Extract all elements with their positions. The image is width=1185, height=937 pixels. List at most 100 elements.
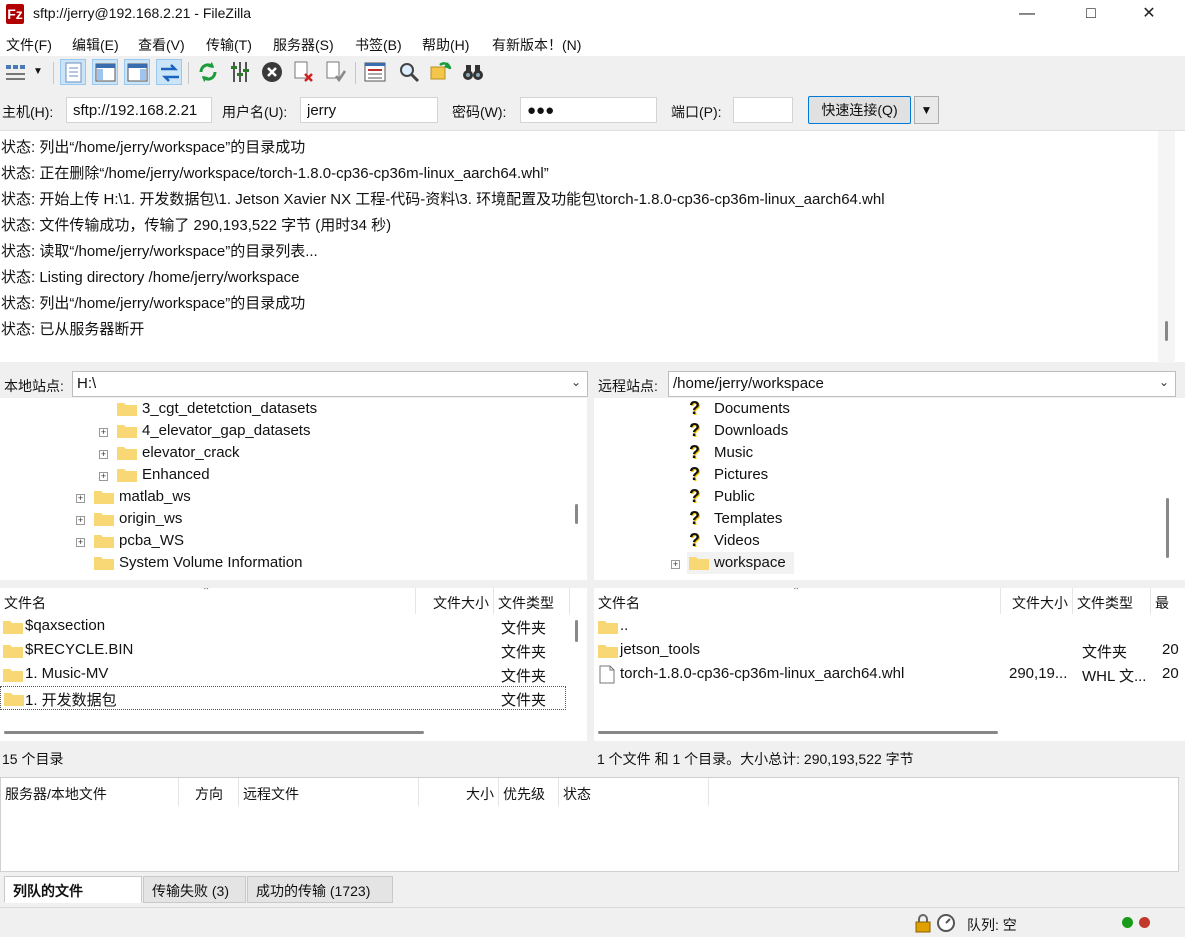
chevron-down-icon[interactable]: ⌄ [571,375,581,389]
tab-failed-transfers[interactable]: 传输失败 (3) [143,876,246,903]
username-input[interactable] [300,97,438,123]
toggle-local-tree-icon[interactable] [92,59,118,85]
maximize-icon[interactable]: □ [1068,0,1114,30]
scrollbar-thumb[interactable] [575,620,578,642]
column-header-server-local-file[interactable]: 服务器/本地文件 [1,778,179,806]
local-site-combo[interactable]: H:\ ⌄ [72,371,588,397]
chevron-down-icon[interactable]: ⌄ [1159,375,1169,389]
toggle-transfer-queue-icon[interactable] [156,59,182,85]
tab-queued-files[interactable]: 列队的文件 [4,876,142,903]
toggle-log-icon[interactable] [60,59,86,85]
host-input[interactable] [66,97,212,123]
disconnect-icon[interactable] [291,59,317,85]
tree-item[interactable]: ? Templates [594,508,1164,530]
expand-icon[interactable]: + [671,560,680,569]
scrollbar-thumb[interactable] [598,731,998,734]
column-header-modified[interactable]: 最 [1151,588,1185,614]
directory-listing-filter-icon[interactable] [362,59,388,85]
expand-icon[interactable]: + [76,538,85,547]
tree-item[interactable]: + workspace [594,552,1164,574]
site-manager-icon[interactable] [3,59,29,85]
menu-server[interactable]: 服务器(S) [273,35,334,55]
sync-browsing-icon[interactable] [428,59,454,85]
tree-item[interactable]: + pcba_WS [0,530,570,552]
tree-item[interactable]: + matlab_ws [0,486,570,508]
port-input[interactable] [733,97,793,123]
column-header-size[interactable]: 大小 [419,778,499,806]
tab-successful-transfers[interactable]: 成功的传输 (1723) [247,876,393,903]
log-scrollbar-thumb[interactable] [1165,321,1168,341]
menu-help[interactable]: 帮助(H) [422,35,469,55]
file-row[interactable]: $RECYCLE.BIN 文件夹 [0,638,570,662]
remote-file-list[interactable]: 文件名 ⌃ 文件大小 文件类型 最 .. jetson_tools 文件夹 20… [594,588,1185,741]
file-row[interactable]: 1. Music-MV 文件夹 [0,662,570,686]
column-header-status[interactable]: 状态 [559,778,709,806]
local-tree-scrollbar[interactable] [568,398,585,580]
tree-item[interactable]: ? Videos [594,530,1164,552]
local-list-scrollbar[interactable] [568,614,585,724]
message-log[interactable]: 状态: 列出“/home/jerry/workspace”的目录成功 状态: 正… [0,130,1185,363]
scrollbar-thumb[interactable] [4,731,424,734]
file-row[interactable]: torch-1.8.0-cp36-cp36m-linux_aarch64.whl… [594,662,1185,686]
minimize-icon[interactable]: — [1004,0,1050,30]
scrollbar-thumb[interactable] [1166,498,1169,558]
menu-new-version[interactable]: 有新版本！(N) [492,35,581,55]
toggle-remote-tree-icon[interactable] [124,59,150,85]
local-list-hscrollbar[interactable] [0,724,570,741]
local-tree[interactable]: 3_cgt_detetction_datasets + 4_elevator_g… [0,398,587,580]
menu-transfer[interactable]: 传输(T) [206,35,252,55]
site-manager-dropdown-icon[interactable]: ▼ [30,59,46,85]
expand-icon[interactable]: + [76,494,85,503]
tree-item[interactable]: + origin_ws [0,508,570,530]
remote-tree-scrollbar[interactable] [1164,398,1181,580]
column-header-filetype[interactable]: 文件类型 [494,588,570,614]
tree-item[interactable]: 3_cgt_detetction_datasets [0,398,570,420]
remote-site-combo[interactable]: /home/jerry/workspace ⌄ [668,371,1176,397]
unknown-folder-icon: ? [689,420,700,440]
column-header-filetype[interactable]: 文件类型 [1073,588,1151,614]
search-remote-files-icon[interactable] [460,59,486,85]
reconnect-icon[interactable] [323,59,349,85]
compare-directories-icon[interactable] [396,59,422,85]
refresh-icon[interactable] [195,59,221,85]
menu-view[interactable]: 查看(V) [138,35,185,55]
column-header-filesize[interactable]: 文件大小 [1001,588,1073,614]
quickconnect-dropdown-icon[interactable]: ▼ [914,96,939,124]
expand-icon[interactable]: + [76,516,85,525]
expand-icon[interactable]: + [99,450,108,459]
process-queue-icon[interactable] [227,59,253,85]
password-input[interactable] [520,97,657,123]
tree-item[interactable]: ? Downloads [594,420,1164,442]
tree-item[interactable]: ? Documents [594,398,1164,420]
speed-limit-icon[interactable] [936,913,956,933]
menu-edit[interactable]: 编辑(E) [72,35,119,55]
column-header-remote-file[interactable]: 远程文件 [239,778,419,806]
file-row[interactable]: jetson_tools 文件夹 20 [594,638,1185,662]
remote-tree[interactable]: ? Documents ? Downloads ? Music ? Pictures ?… [594,398,1185,580]
remote-list-hscrollbar[interactable] [594,724,1185,741]
cancel-operation-icon[interactable] [259,59,285,85]
column-header-filesize[interactable]: 文件大小 [416,588,494,614]
transfer-queue[interactable]: 服务器/本地文件 方向 远程文件 大小 优先级 状态 [0,777,1179,872]
close-icon[interactable]: ✕ [1126,0,1172,30]
menu-file[interactable]: 文件(F) [6,35,52,55]
expand-icon[interactable]: + [99,472,108,481]
menu-bookmarks[interactable]: 书签(B) [355,35,402,55]
tree-item[interactable]: + Enhanced [0,464,570,486]
tree-item[interactable]: ? Public [594,486,1164,508]
file-row[interactable]: .. [594,614,1185,638]
expand-icon[interactable]: + [99,428,108,437]
scrollbar-thumb[interactable] [575,504,578,524]
tree-item[interactable]: ? Music [594,442,1164,464]
tree-item[interactable]: ? Pictures [594,464,1164,486]
tree-item[interactable]: + 4_elevator_gap_datasets [0,420,570,442]
tree-item[interactable]: + elevator_crack [0,442,570,464]
tree-item[interactable]: System Volume Information [0,552,570,574]
log-scrollbar[interactable] [1158,131,1175,363]
file-row-focused[interactable]: 1. 开发数据包 文件夹 [0,686,566,710]
file-row[interactable]: $qaxsection 文件夹 [0,614,570,638]
column-header-direction[interactable]: 方向 [179,778,239,806]
quickconnect-button[interactable]: 快速连接(Q) [808,96,911,124]
column-header-priority[interactable]: 优先级 [499,778,559,806]
local-file-list[interactable]: 文件名 ⌃ 文件大小 文件类型 $qaxsection 文件夹 $RECYCLE… [0,588,587,741]
